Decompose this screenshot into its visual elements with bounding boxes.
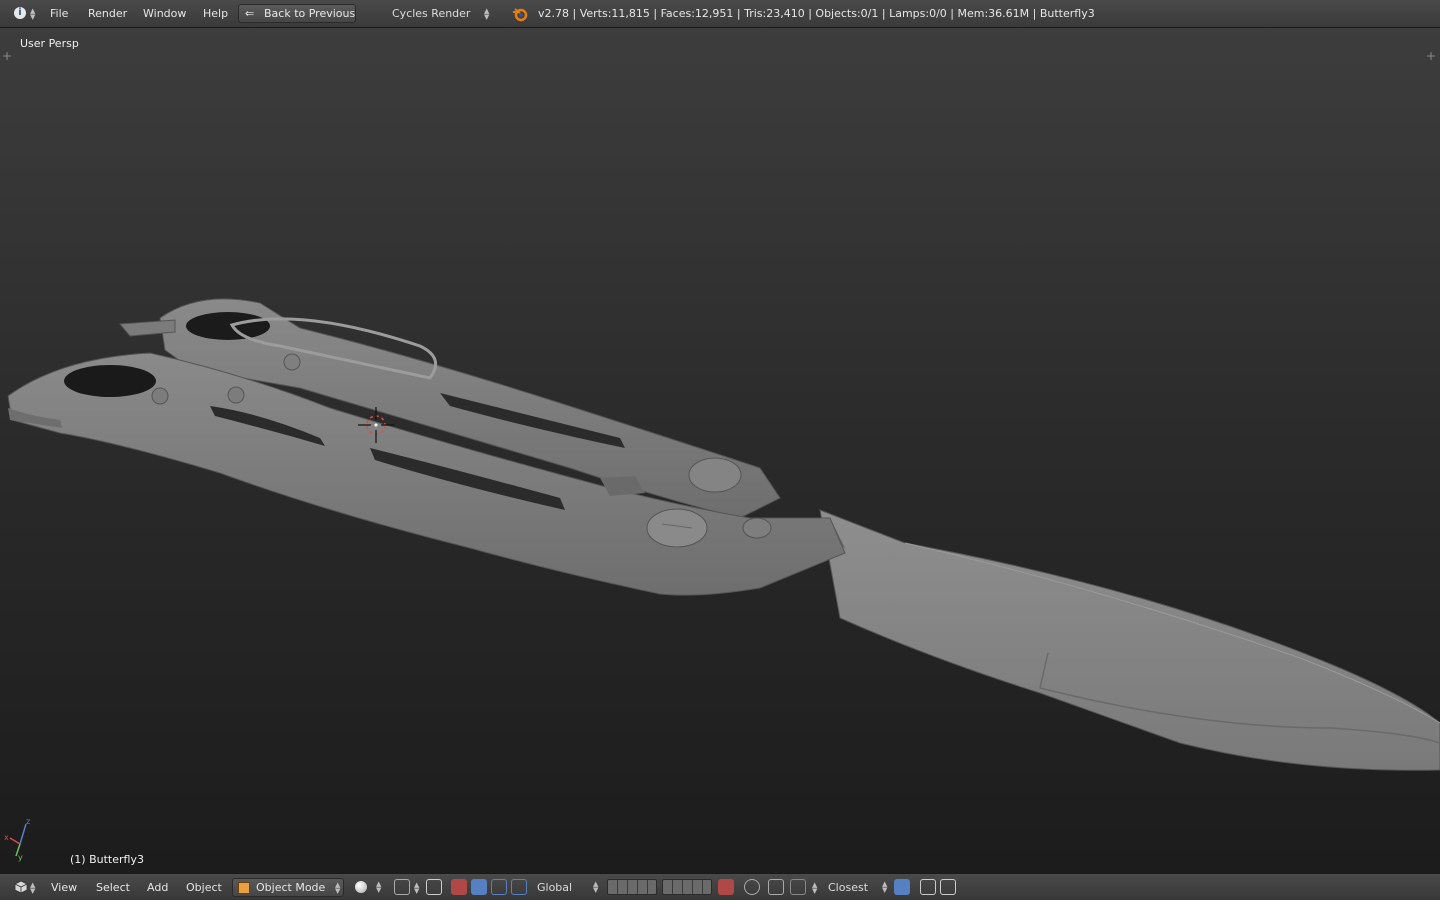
updown-arrows-icon: ▲ ▼ [335,881,341,895]
blender-logo-icon [513,8,528,22]
updown-arrows-icon: ▲ ▼ [593,880,599,894]
updown-arrows-icon: ▲ ▼ [812,881,818,895]
updown-arrows-icon: ▲ ▼ [376,880,382,894]
menu-view[interactable]: View [51,881,77,894]
translate-manipulator-icon[interactable] [451,879,467,895]
layers-group-1[interactable] [607,879,657,895]
solid-shading-icon [355,881,367,893]
scene-stats: v2.78 | Verts:11,815 | Faces:12,951 | Tr… [538,7,1095,20]
updown-arrows-icon: ▲ ▼ [414,881,420,895]
updown-arrows-icon: ▲ ▼ [484,7,490,21]
menu-object[interactable]: Object [186,881,222,894]
object-mode-icon [238,882,250,894]
menu-window[interactable]: Window [143,7,186,20]
menu-help[interactable]: Help [203,7,228,20]
butterfly-knife-model [7,298,1440,771]
opengl-render-image-icon[interactable] [920,879,936,895]
menu-render[interactable]: Render [88,7,127,20]
active-object-label: (1) Butterfly3 [70,853,144,866]
menu-file[interactable]: File [50,7,68,20]
info-icon: i [14,7,26,19]
svg-text:x: x [4,833,9,842]
rotate-manipulator-icon[interactable] [471,879,487,895]
render-engine-label: Cycles Render [392,7,471,20]
axis-gizmo-icon: x z y [4,818,30,862]
editor-type-selector[interactable]: ▲ ▼ [8,879,38,897]
lock-camera-layers-icon[interactable] [718,879,734,895]
layers-group-2[interactable] [662,879,712,895]
back-arrow-icon: ⇐ [245,7,255,20]
snap-target-label: Closest [828,881,869,894]
snap-toggle-icon[interactable] [768,879,784,895]
proportional-editing-icon[interactable] [744,879,760,895]
svg-text:y: y [18,853,23,862]
3d-viewport[interactable]: User Persp + + x z y (1) Butterfly3 [0,28,1440,873]
pivot-point-icon[interactable] [394,879,410,895]
mode-label: Object Mode [256,881,326,894]
custom-manipulator-icon[interactable] [511,879,527,895]
updown-arrows-icon: ▲ ▼ [30,881,36,895]
back-to-previous-label: Back to Previous [264,7,356,20]
opengl-render-animation-icon[interactable] [940,879,956,895]
scale-manipulator-icon[interactable] [491,879,507,895]
snap-target-select[interactable]: Closest ▲ ▼ [822,878,892,897]
render-engine-select[interactable]: Cycles Render ▲ ▼ [386,4,496,23]
orientation-label: Global [537,881,573,894]
blade [819,509,1440,771]
3d-view-icon [14,880,28,894]
svg-text:z: z [26,818,30,826]
align-rotation-icon[interactable] [894,879,910,895]
mode-select[interactable]: Object Mode ▲ ▼ [232,878,344,897]
3d-view-header: ▲ ▼ View Select Add Object Object Mode ▲ ▼… [0,873,1440,900]
info-header: i ▲ ▼ File Render Window Help ⇐ Back to P… [0,0,1440,28]
menu-select[interactable]: Select [96,881,130,894]
3d-cursor-icon[interactable] [356,405,396,445]
menu-add[interactable]: Add [147,881,168,894]
viewport-shading-select[interactable]: ▲ ▼ [350,878,386,897]
transform-orientation-select[interactable]: Global ▲ ▼ [531,878,603,897]
manipulator-toggle-icon[interactable] [426,879,442,895]
updown-arrows-icon: ▲ ▼ [30,7,36,21]
editor-type-selector[interactable]: i ▲ ▼ [8,5,38,23]
snap-element-icon[interactable] [790,879,806,895]
back-to-previous-button[interactable]: ⇐ Back to Previous [238,4,356,23]
updown-arrows-icon: ▲ ▼ [882,880,888,894]
